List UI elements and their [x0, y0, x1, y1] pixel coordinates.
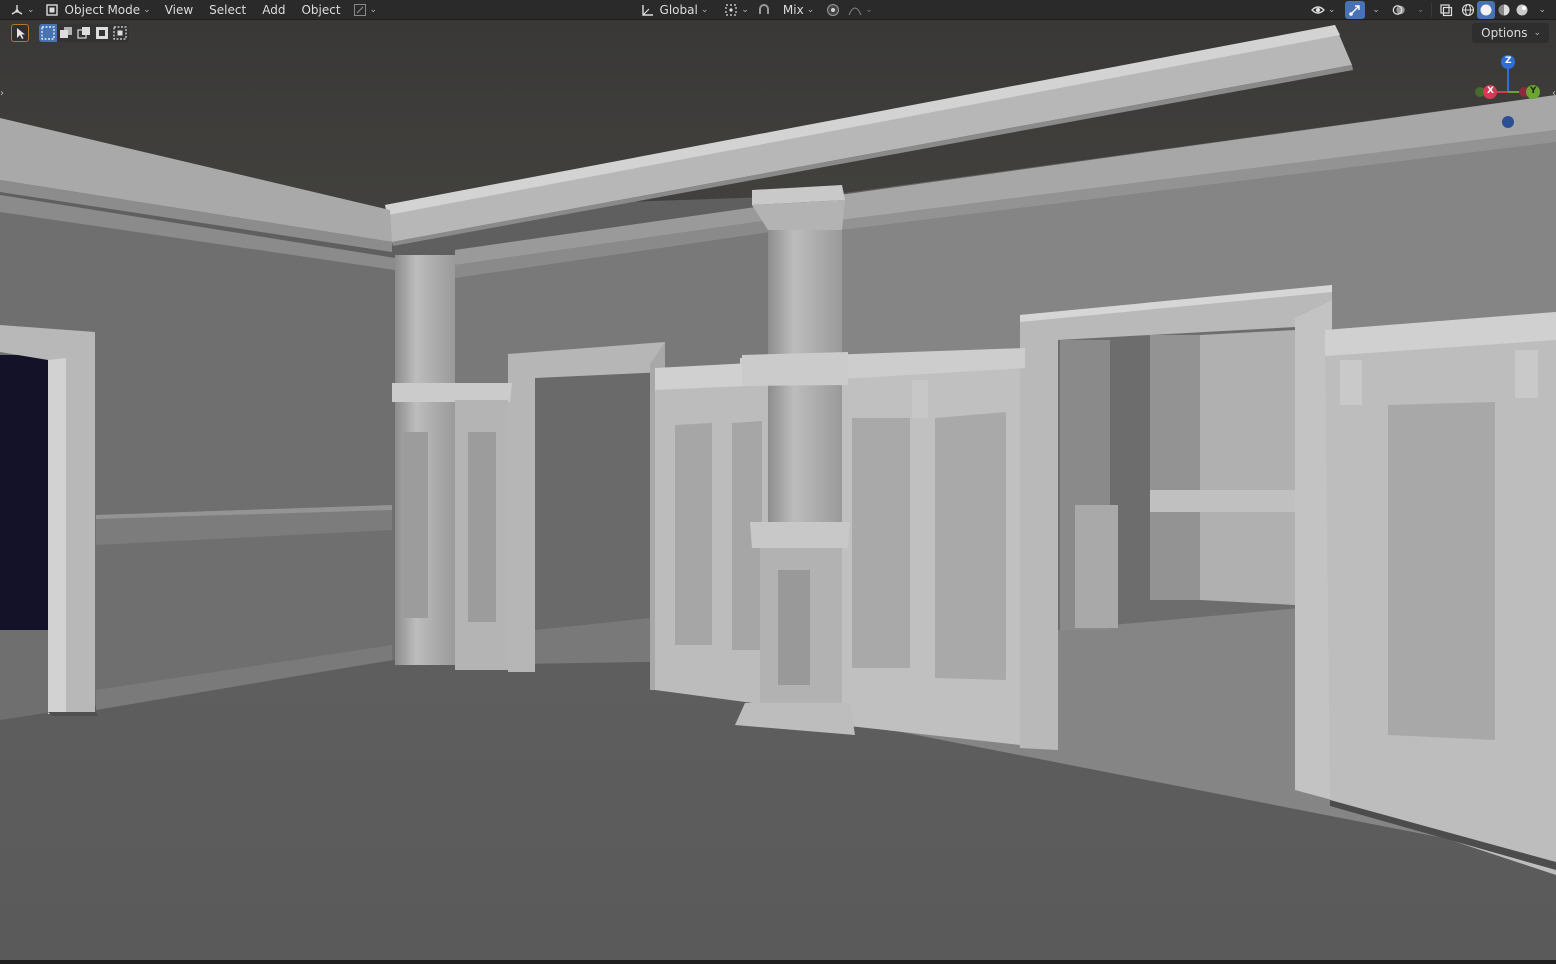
viewport-header: ⌄ Object Mode ⌄ View Select Add Object ⌄…: [0, 0, 1556, 20]
gizmo-menu[interactable]: ⌄: [1365, 1, 1384, 19]
chevron-down-icon: ⌄: [369, 4, 378, 15]
select-subtract-icon: [77, 27, 90, 39]
wireframe-shading-icon: [1461, 3, 1475, 17]
solid-shading-icon: [1479, 3, 1493, 17]
menu-add[interactable]: Add: [258, 1, 289, 19]
navigation-gizmo[interactable]: Z Y X: [1474, 52, 1546, 132]
select-mode-subtract[interactable]: [75, 24, 93, 42]
chevron-down-icon: ⌄: [27, 4, 35, 15]
options-label: Options: [1481, 26, 1528, 40]
rendered-shading-icon: [1515, 3, 1529, 17]
select-intersect-icon: [113, 26, 127, 40]
select-extend-icon: [60, 27, 72, 38]
mode-label: Object Mode: [64, 2, 141, 17]
chevron-down-icon: ⌄: [806, 4, 815, 15]
select-mode-new[interactable]: [39, 24, 57, 42]
proportional-editing-toggle[interactable]: [822, 1, 844, 19]
select-new-icon: [41, 26, 55, 40]
select-mode-invert[interactable]: [93, 24, 111, 42]
shading-rendered-button[interactable]: [1513, 1, 1531, 19]
chevron-down-icon: ⌄: [1533, 28, 1541, 38]
select-mode-intersect[interactable]: [111, 24, 129, 42]
chevron-down-icon: ⌄: [1327, 4, 1336, 15]
selection-mode-group: [39, 24, 129, 42]
select-invert-icon: [96, 27, 108, 39]
orientation-global-icon: [640, 3, 654, 17]
gizmo-z-axis[interactable]: Z: [1501, 55, 1515, 69]
editor-type-selector[interactable]: ⌄: [6, 1, 39, 19]
proportional-falloff-selector[interactable]: ⌄: [844, 1, 877, 19]
menu-view[interactable]: View: [161, 1, 197, 19]
shading-menu[interactable]: ⌄: [1531, 1, 1550, 19]
select-box-cursor-icon: [14, 26, 27, 43]
toolbar-expand-arrow-icon[interactable]: ›: [0, 88, 8, 102]
options-dropdown[interactable]: Options ⌄: [1472, 23, 1549, 43]
chevron-down-icon: ⌄: [700, 4, 709, 15]
gizmo-toggle[interactable]: [1345, 0, 1366, 19]
pivot-point-selector[interactable]: ⌄: [720, 1, 753, 19]
transform-orientation-selector[interactable]: Global ⌄: [636, 1, 713, 19]
overlay-menu[interactable]: ⌄: [1410, 1, 1429, 19]
chevron-down-icon: ⌄: [741, 4, 749, 15]
chevron-down-icon: ⌄: [1372, 4, 1380, 15]
chevron-down-icon: ⌄: [1538, 4, 1546, 15]
gizmo-x-axis[interactable]: X: [1483, 85, 1497, 99]
3d-viewport[interactable]: › ‹: [0, 20, 1556, 960]
scene-render: [0, 20, 1556, 960]
separator: [1431, 2, 1433, 17]
visibility-icon: [1310, 3, 1325, 17]
viewport-bottom-border: [0, 960, 1556, 964]
snap-mode-label: Mix: [782, 2, 804, 17]
shading-wireframe-button[interactable]: [1459, 1, 1477, 19]
menu-object[interactable]: Object: [297, 1, 344, 19]
active-tool-button[interactable]: [11, 24, 29, 42]
chevron-down-icon: ⌄: [1416, 4, 1425, 15]
overlay-toggle-icon: [1392, 3, 1406, 17]
3d-viewport-icon: [10, 3, 24, 17]
menu-select[interactable]: Select: [205, 1, 250, 19]
overlay-toggle[interactable]: [1388, 1, 1410, 19]
object-type-icon: [353, 3, 367, 17]
snap-icon: [757, 3, 771, 17]
select-mode-extend[interactable]: [57, 24, 75, 42]
pivot-point-icon: [724, 3, 738, 17]
material-preview-icon: [1497, 3, 1511, 17]
gizmo-toggle-icon: [1348, 3, 1362, 17]
chevron-down-icon: ⌄: [865, 4, 873, 15]
tool-settings-row: [11, 24, 129, 42]
object-type-visibility-button[interactable]: ⌄: [349, 1, 382, 19]
snap-mode-selector[interactable]: Mix ⌄: [775, 1, 818, 19]
xray-icon: [1439, 3, 1453, 17]
orientation-label: Global: [659, 2, 698, 17]
snap-toggle[interactable]: [753, 1, 775, 19]
xray-toggle[interactable]: [1435, 1, 1457, 19]
mode-selector[interactable]: Object Mode ⌄: [41, 1, 155, 19]
shading-material-button[interactable]: [1495, 1, 1513, 19]
gizmo-y-axis[interactable]: Y: [1526, 85, 1540, 99]
proportional-editing-icon: [826, 3, 840, 17]
object-mode-icon: [45, 3, 59, 17]
shading-mode-group: ⌄: [1459, 0, 1550, 19]
visibility-selector[interactable]: ⌄: [1307, 1, 1340, 19]
shading-solid-button[interactable]: [1477, 0, 1496, 19]
chevron-down-icon: ⌄: [143, 4, 151, 15]
sidebar-expand-arrow-icon[interactable]: ‹: [1548, 88, 1556, 102]
falloff-curve-icon: [848, 3, 862, 17]
